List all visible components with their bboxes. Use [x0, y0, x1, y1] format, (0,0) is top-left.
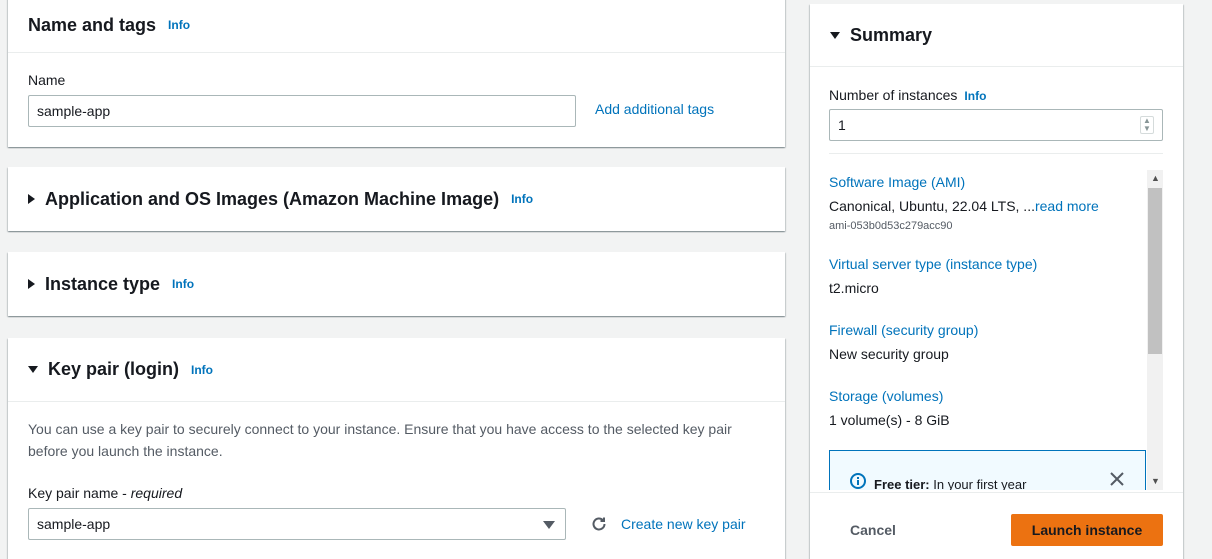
name-and-tags-info-link[interactable]: Info — [168, 18, 190, 32]
firewall-link[interactable]: Firewall (security group) — [829, 322, 978, 338]
ami-title: Application and OS Images (Amazon Machin… — [45, 188, 500, 209]
caret-down-icon — [830, 31, 840, 39]
software-image-text: Canonical, Ubuntu, 22.04 LTS, ... — [829, 198, 1035, 214]
instance-type-title: Instance type — [45, 273, 161, 294]
ami-panel[interactable]: Application and OS Images (Amazon Machin… — [8, 167, 785, 231]
key-pair-panel: Key pair (login) Info You can use a key … — [8, 338, 785, 559]
key-pair-selected-value: sample-app — [37, 516, 111, 532]
instances-info-link[interactable]: Info — [964, 89, 986, 103]
dropdown-caret-icon — [543, 521, 555, 529]
read-more-link[interactable]: read more — [1035, 198, 1099, 214]
launch-instance-button[interactable]: Launch instance — [1011, 514, 1163, 546]
name-and-tags-header: Name and tags Info — [8, 0, 785, 52]
free-tier-label: Free tier: — [874, 477, 930, 490]
cancel-button[interactable]: Cancel — [850, 522, 896, 538]
name-input[interactable]: sample-app — [28, 95, 576, 127]
key-pair-description: You can use a key pair to securely conne… — [28, 421, 732, 459]
instances-label-text: Number of instances — [829, 87, 958, 103]
key-pair-info-link[interactable]: Info — [191, 363, 213, 377]
ami-id: ami-053b0d53c279acc90 — [829, 220, 953, 232]
instance-type-info-link[interactable]: Info — [172, 277, 194, 291]
instance-type-panel[interactable]: Instance type Info — [8, 252, 785, 316]
divider — [810, 66, 1183, 67]
add-additional-tags-link[interactable]: Add additional tags — [595, 101, 714, 117]
caret-right-icon — [28, 194, 35, 204]
instances-value: 1 — [838, 117, 846, 133]
free-tier-desc: In your first year — [929, 477, 1027, 490]
storage-value: 1 volume(s) - 8 GiB — [829, 412, 950, 428]
divider — [829, 153, 1163, 154]
storage-link[interactable]: Storage (volumes) — [829, 388, 943, 404]
instance-type-header[interactable]: Instance type Info — [8, 252, 785, 316]
software-image-link[interactable]: Software Image (AMI) — [829, 174, 965, 190]
scrollbar-thumb[interactable] — [1148, 188, 1162, 354]
software-image-value: Canonical, Ubuntu, 22.04 LTS, ...read mo… — [829, 198, 1099, 214]
divider — [8, 401, 785, 402]
info-circle-icon — [850, 473, 866, 489]
server-type-link[interactable]: Virtual server type (instance type) — [829, 256, 1037, 272]
ami-info-link[interactable]: Info — [511, 192, 533, 206]
divider — [810, 492, 1183, 493]
caret-right-icon — [28, 279, 35, 289]
key-pair-name-label: Key pair name - required — [28, 485, 183, 501]
summary-title: Summary — [850, 24, 933, 45]
instances-stepper[interactable]: 1 ▲ ▼ — [829, 109, 1163, 141]
name-and-tags-panel: Name and tags Info Name sample-app Add a… — [8, 0, 785, 147]
close-icon[interactable] — [1109, 471, 1125, 487]
free-tier-text: Free tier: In your first year — [874, 477, 1026, 490]
stepper-icon[interactable]: ▲ ▼ — [1140, 116, 1154, 134]
key-pair-select[interactable]: sample-app — [28, 508, 566, 540]
server-type-value: t2.micro — [829, 280, 879, 296]
firewall-value: New security group — [829, 346, 949, 362]
name-and-tags-title: Name and tags — [28, 14, 157, 35]
divider — [8, 52, 785, 53]
summary-scrollbar[interactable]: ▲ ▼ — [1147, 170, 1163, 490]
create-new-key-pair-link[interactable]: Create new key pair — [621, 516, 746, 532]
instances-label: Number of instances Info — [829, 87, 986, 103]
summary-header[interactable]: Summary — [810, 4, 1183, 66]
key-pair-header[interactable]: Key pair (login) Info — [8, 338, 785, 401]
key-pair-title: Key pair (login) — [48, 359, 180, 379]
key-pair-name-label-text: Key pair name — [28, 485, 119, 501]
free-tier-alert: Free tier: In your first year — [829, 450, 1146, 490]
summary-panel: Summary Number of instances Info 1 ▲ ▼ Sof… — [810, 4, 1183, 559]
scroll-up-icon[interactable]: ▲ — [1151, 174, 1160, 183]
refresh-icon[interactable] — [590, 515, 608, 533]
name-label: Name — [28, 72, 66, 88]
caret-down-icon — [28, 366, 38, 373]
scroll-down-icon[interactable]: ▼ — [1151, 477, 1160, 486]
ami-header[interactable]: Application and OS Images (Amazon Machin… — [8, 167, 785, 231]
summary-details: Software Image (AMI) Canonical, Ubuntu, … — [829, 170, 1147, 490]
required-text: required — [130, 485, 183, 501]
